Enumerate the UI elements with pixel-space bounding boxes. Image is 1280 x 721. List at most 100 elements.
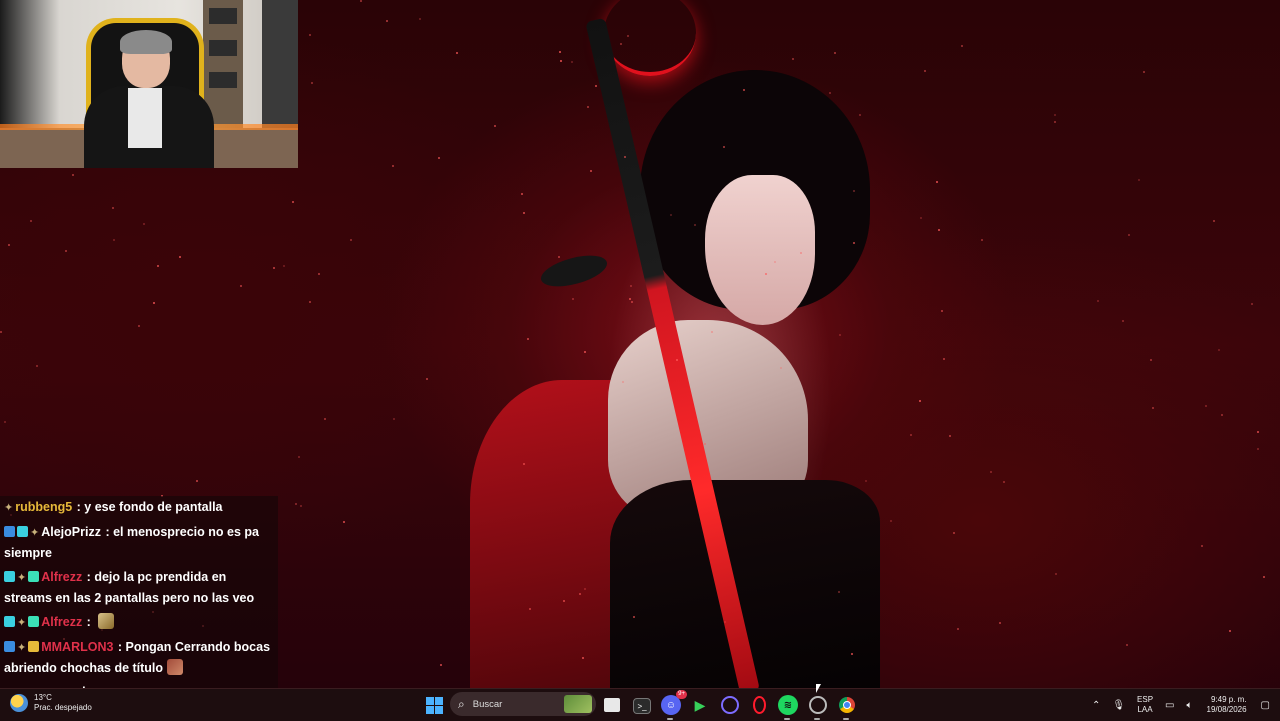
- obs-icon[interactable]: [720, 695, 740, 715]
- star-particle: [938, 229, 940, 231]
- taskbar: 13°C Prac. despejado >_ ☺ 9+ ▶ ≋ ⌃ 🎙︎ ES…: [0, 688, 1280, 721]
- discord-notification-badge: 9+: [676, 690, 687, 699]
- picture-emote: [167, 659, 184, 675]
- star-particle: [523, 212, 525, 214]
- chat-text: y ese fondo de pantalla: [84, 500, 223, 514]
- chat-username[interactable]: MMARLON3: [41, 640, 113, 654]
- star-particle: [627, 35, 629, 37]
- star-particle: [1128, 234, 1130, 236]
- star-particle: [36, 365, 38, 367]
- star-particle: [240, 285, 242, 287]
- star-particle: [0, 331, 2, 333]
- chat-message: ✦ rubbeng5 : y ese fondo de pantalla: [4, 496, 274, 521]
- star-particle: [1122, 320, 1124, 322]
- star-particle: [65, 250, 67, 252]
- star-particle: [924, 70, 926, 72]
- star-particle: [419, 18, 421, 20]
- search-box[interactable]: ⌕ Buscar: [450, 692, 596, 716]
- star-particle: [936, 181, 938, 183]
- star-particle: [838, 591, 840, 593]
- star-particle: [953, 532, 955, 534]
- chrome-icon[interactable]: [837, 695, 857, 715]
- star-particle: [1221, 414, 1223, 416]
- star-particle: [943, 358, 945, 360]
- star-particle: [910, 434, 912, 436]
- file-explorer-icon[interactable]: [604, 698, 620, 712]
- clock-date: 19/08/2026: [1206, 705, 1247, 714]
- chat-username[interactable]: Alfrezz: [41, 615, 82, 629]
- clock-time: 9:49 p. m.: [1210, 695, 1247, 704]
- chat-separator: :: [83, 615, 95, 629]
- start-button[interactable]: [424, 695, 444, 715]
- terminal-icon[interactable]: >_: [633, 698, 651, 714]
- spotify-icon[interactable]: ≋: [778, 695, 798, 715]
- star-particle: [622, 381, 624, 383]
- mint-badge-icon: [28, 571, 40, 582]
- star-particle: [670, 214, 672, 216]
- chat-message: ✦ AlejoPrizz : el menosprecio no es pa si…: [4, 521, 274, 566]
- star-particle: [311, 82, 313, 84]
- notifications-icon[interactable]: ▢: [1261, 700, 1270, 711]
- star-particle: [153, 302, 155, 304]
- streamer-shirt: [128, 88, 162, 148]
- weather-sun-icon: [10, 694, 28, 712]
- star-particle: [595, 85, 597, 87]
- cyan-badge-icon: [4, 571, 15, 582]
- star-particle: [572, 298, 574, 300]
- star-particle: [1126, 644, 1128, 646]
- star-particle: [1201, 545, 1203, 547]
- star-particle: [309, 34, 311, 36]
- star-particle: [582, 657, 584, 659]
- star-particle: [920, 217, 922, 219]
- blue-badge-icon: [4, 526, 15, 537]
- cyan-badge-icon: [17, 526, 28, 537]
- star-particle: [1257, 448, 1259, 450]
- star-particle: [426, 378, 428, 380]
- star-particle: [196, 480, 198, 482]
- chat-username[interactable]: rubbeng5: [15, 500, 72, 514]
- star-particle: [1003, 481, 1005, 483]
- opera-icon[interactable]: [749, 695, 769, 715]
- star-particle: [1054, 114, 1056, 116]
- star-particle: [529, 608, 531, 610]
- star-particle: [587, 106, 589, 108]
- weather-widget[interactable]: 13°C Prac. despejado: [10, 693, 92, 713]
- chat-username[interactable]: AlejoPrizz: [41, 525, 101, 539]
- star-particle: [851, 653, 853, 655]
- weather-condition: Prac. despejado: [34, 703, 92, 712]
- star-badge-icon: ✦: [17, 572, 27, 584]
- star-particle: [999, 622, 1001, 624]
- star-particle: [559, 51, 561, 53]
- network-icon[interactable]: ▭: [1165, 700, 1174, 711]
- steam-icon[interactable]: [808, 695, 828, 715]
- star-particle: [309, 301, 311, 303]
- star-particle: [438, 157, 440, 159]
- chat-separator: :: [101, 525, 114, 539]
- star-particle: [392, 165, 394, 167]
- star-particle: [558, 256, 560, 258]
- blue-badge-icon: [4, 641, 15, 652]
- star-particle: [295, 503, 297, 505]
- star-particle: [1150, 359, 1152, 361]
- star-particle: [949, 435, 951, 437]
- star-particle: [456, 52, 458, 54]
- star-particle: [360, 0, 362, 2]
- chat-separator: :: [73, 500, 85, 514]
- star-particle: [1138, 179, 1140, 181]
- clock[interactable]: 9:49 p. m. 19/08/2026: [1207, 695, 1247, 715]
- star-particle: [571, 61, 573, 63]
- discord-icon[interactable]: ☺ 9+: [661, 690, 687, 715]
- weather-temp: 13°C: [34, 693, 52, 702]
- star-particle: [890, 520, 892, 522]
- star-particle: [343, 521, 345, 523]
- volume-icon[interactable]: 🔈︎: [1187, 700, 1193, 711]
- play-triangle-icon[interactable]: ▶: [690, 695, 710, 715]
- chevron-up-icon[interactable]: ⌃: [1092, 700, 1100, 711]
- chat-username[interactable]: Alfrezz: [41, 570, 82, 584]
- language-indicator[interactable]: ESP LAA: [1137, 695, 1153, 715]
- chat-overlay: ✦ rubbeng5 : y ese fondo de pantalla ✦ Alej…: [0, 496, 278, 699]
- star-particle: [1218, 349, 1220, 351]
- mouse-cursor: [816, 684, 821, 693]
- microphone-icon[interactable]: 🎙︎: [1112, 700, 1125, 711]
- star-particle: [1143, 71, 1145, 73]
